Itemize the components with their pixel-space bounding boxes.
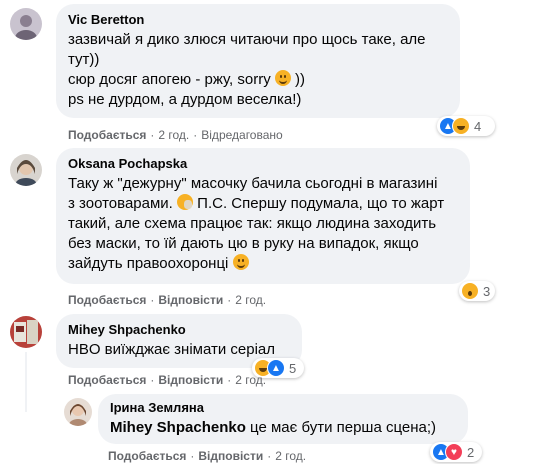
avatar[interactable] [64, 398, 92, 426]
comment-line: з зоотоварами. [68, 195, 173, 212]
like-action[interactable]: Подобається [68, 373, 146, 387]
facepalm-emoji-icon [177, 194, 194, 210]
reaction-count: 2 [467, 444, 475, 460]
like-action[interactable]: Подобається [68, 128, 146, 142]
comment-actions: Подобається · Відповісти · 2 год. [68, 292, 266, 308]
reaction-count: 5 [289, 360, 297, 376]
comment-actions: Подобається · Відповісти · 2 год. [68, 372, 266, 388]
comment-author[interactable]: Ірина Землянa [110, 400, 456, 416]
comment-author[interactable]: Vic Beretton [68, 12, 448, 28]
separator: · [267, 449, 272, 463]
comment-text: Таку ж "дежурну" масочку бачила сьогодні… [68, 174, 458, 274]
comment-bubble: Vic Beretton зазвичай я дико злюся читаю… [56, 4, 460, 118]
love-reaction-icon: ♥ [445, 443, 463, 461]
separator: · [193, 128, 198, 142]
comment-actions: Подобається · 2 год. · Відредаговано [68, 127, 283, 143]
separator: · [227, 373, 232, 387]
reply-action[interactable]: Відповісти [158, 293, 223, 307]
comment-text: HBO виїжджає знімати серіал [68, 341, 276, 358]
comment-line: ps не дурдом, а дурдом веселка!) [68, 91, 302, 108]
separator: · [150, 373, 155, 387]
reply-action[interactable]: Відповісти [198, 449, 263, 463]
avatar[interactable] [10, 154, 42, 186]
comment-line: це має бути перша сцена;) [245, 419, 437, 436]
comment-text: зазвичай я дико злюся читаючи про щось т… [68, 30, 448, 110]
like-action[interactable]: Подобається [108, 449, 186, 463]
reaction-summary[interactable]: 3 [459, 281, 495, 301]
comment-line: такий, але схема працює так: якщо людина… [68, 215, 437, 232]
separator: · [227, 293, 232, 307]
reaction-count: 4 [474, 118, 482, 134]
edited-label: Відредаговано [201, 128, 283, 142]
mention-link[interactable]: Mihey Shpachenko [110, 419, 246, 436]
comment-text: Mihey Shpachenko це має бути перша сцена… [110, 418, 456, 438]
reaction-summary[interactable]: ▲ 4 [437, 116, 495, 136]
smile-emoji-icon [274, 70, 291, 86]
timestamp[interactable]: 2 год. [275, 449, 306, 463]
reaction-count: 3 [483, 283, 491, 299]
timestamp[interactable]: 2 год. [158, 128, 189, 142]
comment-line: тут)) [68, 51, 100, 68]
separator: · [150, 128, 155, 142]
comment-actions: Подобається · Відповісти · 2 год. [108, 448, 306, 464]
comment-author[interactable]: Mihey Shpachenko [68, 322, 290, 338]
timestamp[interactable]: 2 год. [235, 293, 266, 307]
haha-reaction-icon [452, 117, 470, 135]
comment-line: сюр досяг апогею - ржу, sorry [68, 71, 271, 88]
timestamp[interactable]: 2 год. [235, 373, 266, 387]
reaction-summary[interactable]: ▲ ♥ 2 [430, 442, 482, 462]
comment-line: Таку ж "дежурну" масочку бачила сьогодні… [68, 175, 438, 192]
like-reaction-icon: ▲ [267, 359, 285, 377]
avatar[interactable] [10, 316, 42, 348]
comment-bubble: Oksana Pochapska Таку ж "дежурну" масочк… [56, 148, 470, 284]
thread-connector [25, 352, 27, 412]
comment-line: без маски, то їй дають цю в руку на випа… [68, 235, 419, 252]
wow-reaction-icon [461, 282, 479, 300]
smile-emoji-icon [232, 254, 249, 270]
reply-action[interactable]: Відповісти [158, 373, 223, 387]
like-action[interactable]: Подобається [68, 293, 146, 307]
separator: · [190, 449, 195, 463]
comment-line: зайдуть правоохоронці [68, 255, 229, 272]
avatar[interactable] [10, 8, 42, 40]
comment-bubble: Ірина Землянa Mihey Shpachenko це має бу… [98, 394, 468, 444]
separator: · [150, 293, 155, 307]
comment-author[interactable]: Oksana Pochapska [68, 156, 458, 172]
comment-line: сюр досяг апогею - ржу, sorry )) [68, 70, 448, 90]
comment-line: П.С. Спершу подумала, що то жарт [193, 195, 445, 212]
comment-line: )) [290, 71, 306, 88]
comment-line: з зоотоварами. П.С. Спершу подумала, що … [68, 194, 458, 214]
comment-line: зайдуть правоохоронці [68, 254, 458, 274]
comment-line: зазвичай я дико злюся читаючи про щось т… [68, 31, 426, 48]
